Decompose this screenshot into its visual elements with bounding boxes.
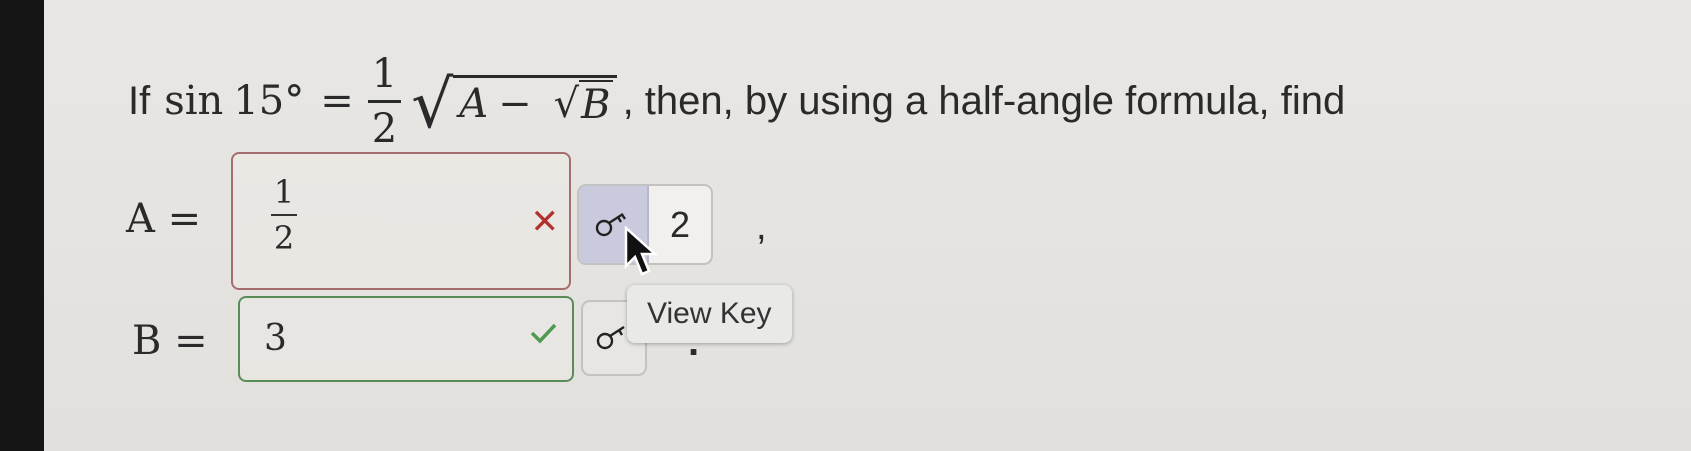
var-b: B [579, 79, 613, 128]
label-a: A = [126, 196, 202, 242]
minus-sign: − [498, 80, 532, 127]
label-b: B = [132, 318, 208, 364]
question-prefix: If [128, 78, 151, 123]
inner-sqrt-icon: √ [553, 80, 580, 127]
x-icon: ✕ [530, 203, 560, 241]
question-text: If sin 15° = 1 2 √ A − √ B , then, by us… [128, 46, 1345, 156]
equals-sign: = [320, 78, 354, 124]
fraction-numerator: 1 [371, 50, 398, 97]
answer-b-value: 3 [264, 318, 287, 359]
screen-bezel [0, 0, 44, 451]
answer-a-denominator: 2 [271, 214, 297, 254]
answer-a-field[interactable]: 1 2 ✕ [231, 152, 571, 290]
key-count-a: 2 [669, 203, 691, 245]
sqrt-icon: √ [411, 66, 454, 143]
checkmark-icon [530, 323, 557, 344]
answer-a-numerator: 1 [273, 173, 295, 211]
trailing-comma: , [756, 206, 767, 248]
answer-a-value: 1 2 [271, 176, 297, 254]
mouse-pointer-icon [624, 226, 658, 276]
answer-b-field[interactable]: 3 [238, 296, 574, 382]
angle-value: 15° [233, 78, 305, 124]
question-suffix: , then, by using a half-angle formula, f… [622, 78, 1346, 123]
var-a: A [459, 80, 489, 127]
view-key-tooltip: View Key [627, 285, 792, 343]
radicand: A − √ B [453, 74, 617, 128]
half-fraction: 1 2 [367, 50, 402, 149]
fraction-denominator: 2 [367, 99, 402, 149]
sine-func: sin [164, 78, 224, 124]
